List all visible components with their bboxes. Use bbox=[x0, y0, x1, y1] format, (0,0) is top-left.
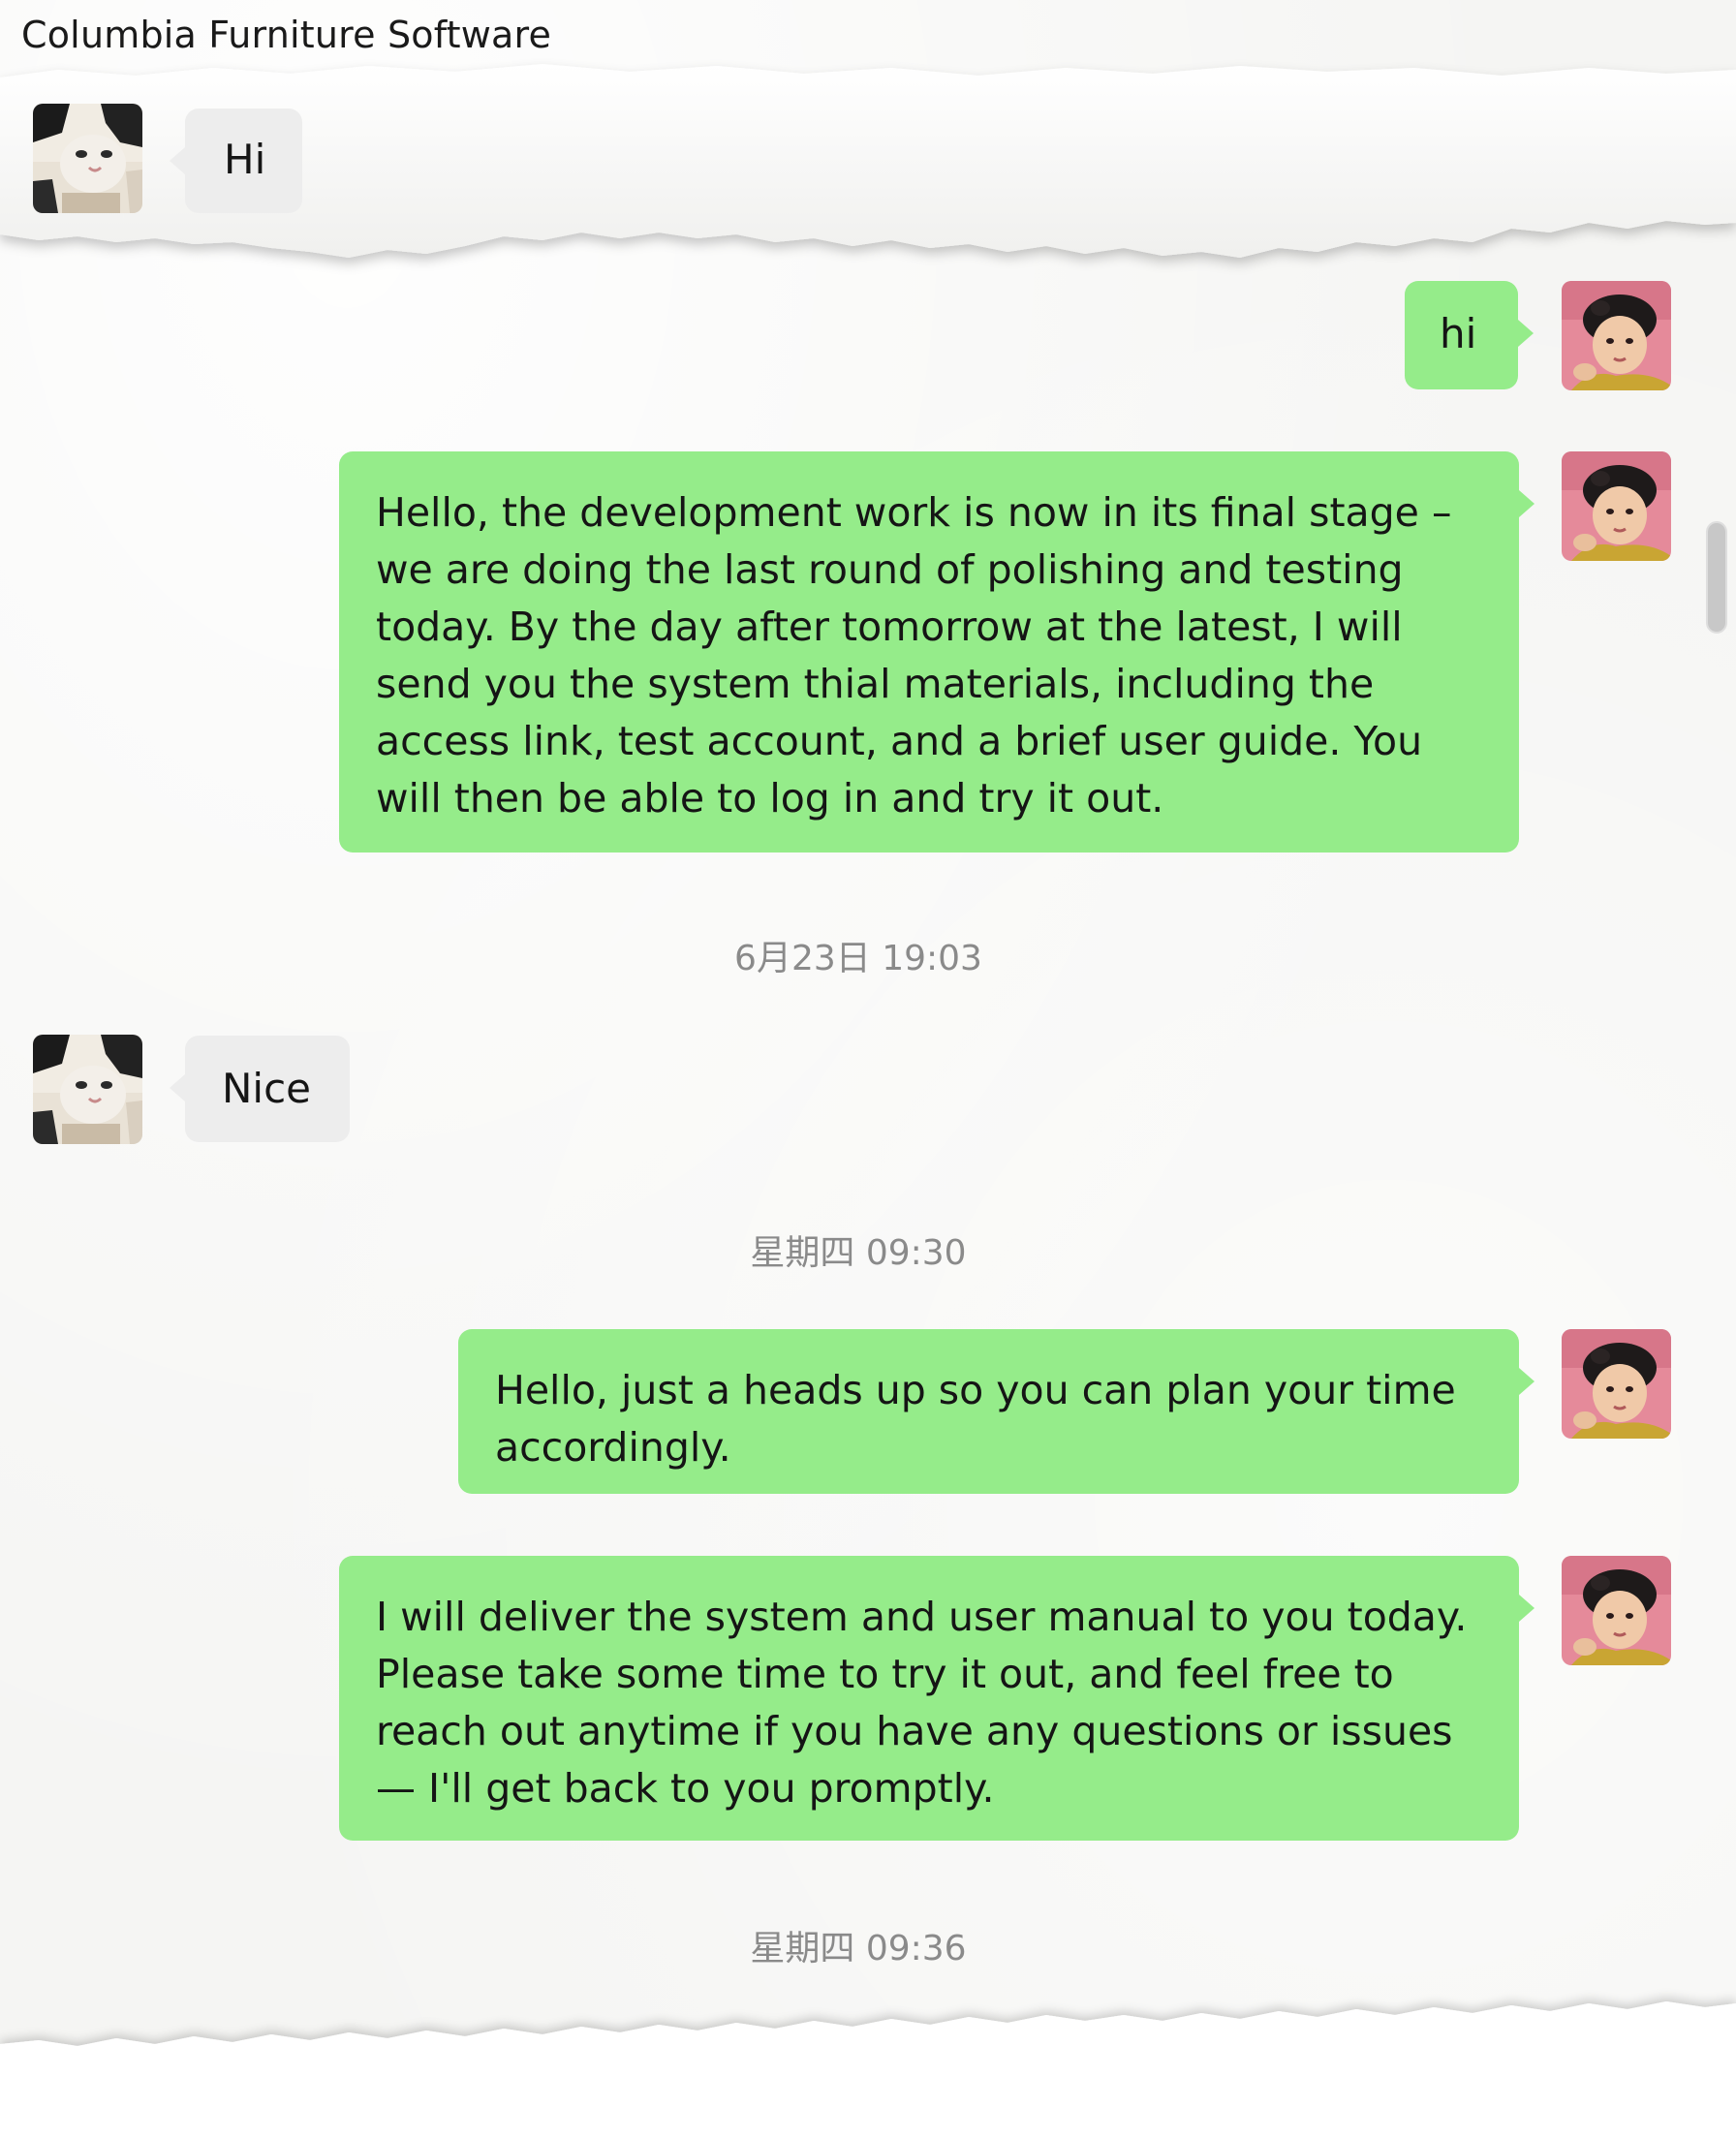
window-title: Columbia Furniture Software bbox=[21, 14, 552, 56]
message-text: Nice bbox=[222, 1065, 312, 1112]
bubble-tail bbox=[1519, 1595, 1534, 1622]
user-avatar-icon[interactable] bbox=[1562, 451, 1671, 561]
message-bubble-outgoing[interactable]: Hello, just a heads up so you can plan y… bbox=[458, 1329, 1534, 1494]
scrollbar-thumb[interactable] bbox=[1706, 521, 1727, 634]
bubble-tail bbox=[1518, 320, 1534, 347]
message-bubble-outgoing[interactable]: hi bbox=[1405, 281, 1534, 389]
message-text: Hi bbox=[224, 136, 266, 183]
user-avatar-icon[interactable] bbox=[1562, 281, 1671, 390]
message-text: Hello, the development work is now in it… bbox=[376, 489, 1452, 822]
timestamp: 星期四 09:36 bbox=[750, 1929, 967, 1968]
bubble-tail bbox=[1519, 1368, 1534, 1395]
bubble-tail bbox=[170, 1074, 185, 1101]
message-bubble-outgoing[interactable]: I will deliver the system and user manua… bbox=[339, 1556, 1534, 1841]
chat-screenshot: Columbia Furniture Software Hi hi Hello,… bbox=[0, 0, 1736, 2139]
message-bubble-outgoing[interactable]: Hello, the development work is now in it… bbox=[339, 451, 1534, 852]
user-avatar-icon[interactable] bbox=[1562, 1556, 1671, 1665]
message-bubble-incoming[interactable]: Hi bbox=[170, 108, 302, 213]
message-text: Hello, just a heads up so you can plan y… bbox=[495, 1367, 1456, 1471]
bubble-tail bbox=[1519, 490, 1534, 517]
timestamp: 星期四 09:30 bbox=[750, 1233, 967, 1273]
torn-paper-bottom-edge bbox=[0, 2001, 1736, 2139]
bubble-tail bbox=[170, 147, 185, 174]
user-avatar-icon[interactable] bbox=[1562, 1329, 1671, 1439]
contact-avatar-icon[interactable] bbox=[33, 104, 142, 213]
message-text: hi bbox=[1440, 310, 1477, 357]
message-text: I will deliver the system and user manua… bbox=[376, 1594, 1468, 1812]
message-bubble-incoming[interactable]: Nice bbox=[170, 1036, 350, 1142]
contact-avatar-icon[interactable] bbox=[33, 1035, 142, 1144]
timestamp: 6月23日 19:03 bbox=[734, 939, 982, 978]
